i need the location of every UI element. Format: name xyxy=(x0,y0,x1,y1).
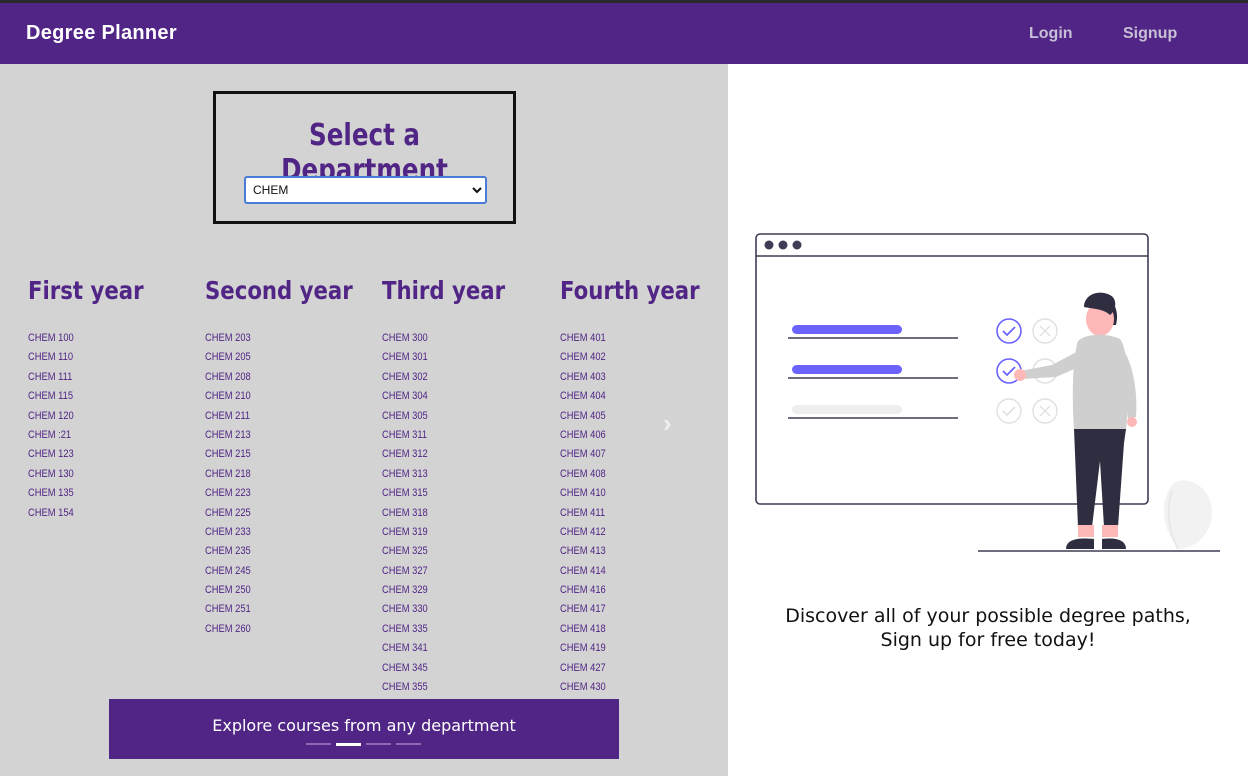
course-link[interactable]: CHEM 419 xyxy=(560,639,700,658)
course-link[interactable]: CHEM 401 xyxy=(560,329,700,348)
course-link[interactable]: CHEM 406 xyxy=(560,426,700,445)
course-link[interactable]: CHEM 111 xyxy=(28,368,144,387)
course-link[interactable]: CHEM 402 xyxy=(560,348,700,367)
course-link[interactable]: CHEM 335 xyxy=(382,620,505,639)
year-heading: First year xyxy=(28,276,144,305)
course-list: CHEM 401 CHEM 402 CHEM 403 CHEM 404 CHEM 405… xyxy=(560,329,724,717)
course-link[interactable]: CHEM 411 xyxy=(560,504,700,523)
carousel-indicator[interactable] xyxy=(306,743,331,745)
course-link[interactable]: CHEM 355 xyxy=(382,678,505,697)
course-link[interactable]: CHEM 208 xyxy=(205,368,353,387)
course-link[interactable]: CHEM 329 xyxy=(382,581,505,600)
course-link[interactable]: CHEM 135 xyxy=(28,484,144,503)
department-selector-box: Select a Department CHEM xyxy=(213,91,516,224)
course-link[interactable]: CHEM 345 xyxy=(382,659,505,678)
course-link[interactable]: CHEM 211 xyxy=(205,407,353,426)
course-link[interactable]: CHEM 341 xyxy=(382,639,505,658)
course-list: CHEM 203 CHEM 205 CHEM 208 CHEM 210 CHEM 211… xyxy=(205,329,379,639)
year-column-second: Second year CHEM 203 CHEM 205 CHEM 208 CHEM… xyxy=(205,276,379,639)
navbar: Degree Planner Login Signup xyxy=(0,3,1248,64)
checklist-illustration xyxy=(755,233,1220,552)
course-link[interactable]: CHEM 250 xyxy=(205,581,353,600)
year-column-third: Third year CHEM 300 CHEM 301 CHEM 302 CHEM … xyxy=(382,276,527,717)
course-link[interactable]: CHEM 408 xyxy=(560,465,700,484)
year-column-first: First year CHEM 100 CHEM 110 CHEM 111 CHEM … xyxy=(28,276,164,523)
promo-tagline: Discover all of your possible degree pat… xyxy=(728,604,1248,652)
course-link[interactable]: CHEM 312 xyxy=(382,445,505,464)
course-link[interactable]: CHEM 120 xyxy=(28,407,144,426)
course-link[interactable]: CHEM 210 xyxy=(205,387,353,406)
course-link[interactable]: CHEM 235 xyxy=(205,542,353,561)
course-link[interactable]: CHEM 218 xyxy=(205,465,353,484)
course-carousel: Select a Department CHEM First year CHEM… xyxy=(0,64,728,776)
course-link[interactable]: CHEM 301 xyxy=(382,348,505,367)
carousel-indicator[interactable] xyxy=(366,743,391,745)
carousel-indicators xyxy=(306,743,421,746)
course-link[interactable]: CHEM 205 xyxy=(205,348,353,367)
course-link[interactable]: CHEM 203 xyxy=(205,329,353,348)
course-link[interactable]: CHEM 327 xyxy=(382,562,505,581)
course-link[interactable]: CHEM 245 xyxy=(205,562,353,581)
login-link[interactable]: Login xyxy=(1029,25,1073,43)
carousel-caption: Explore courses from any department xyxy=(212,716,516,735)
course-link[interactable]: CHEM 233 xyxy=(205,523,353,542)
course-link[interactable]: CHEM 318 xyxy=(382,504,505,523)
course-link[interactable]: CHEM 407 xyxy=(560,445,700,464)
course-link[interactable]: CHEM 302 xyxy=(382,368,505,387)
course-link[interactable]: CHEM 414 xyxy=(560,562,700,581)
carousel-indicator[interactable] xyxy=(336,743,361,746)
signup-link[interactable]: Signup xyxy=(1123,25,1177,43)
course-link[interactable]: CHEM 319 xyxy=(382,523,505,542)
course-link[interactable]: CHEM 412 xyxy=(560,523,700,542)
promo-panel: Discover all of your possible degree pat… xyxy=(728,64,1248,776)
course-link[interactable]: CHEM 430 xyxy=(560,678,700,697)
course-link[interactable]: CHEM 405 xyxy=(560,407,700,426)
course-link[interactable]: CHEM 213 xyxy=(205,426,353,445)
course-link[interactable]: CHEM 110 xyxy=(28,348,144,367)
course-link[interactable]: CHEM 311 xyxy=(382,426,505,445)
course-list: CHEM 100 CHEM 110 CHEM 111 CHEM 115 CHEM 120… xyxy=(28,329,164,523)
chevron-right-icon[interactable]: › xyxy=(663,408,672,439)
course-link[interactable]: CHEM 325 xyxy=(382,542,505,561)
course-link[interactable]: CHEM 410 xyxy=(560,484,700,503)
course-link[interactable]: CHEM 123 xyxy=(28,445,144,464)
course-link[interactable]: CHEM :21 xyxy=(28,426,144,445)
course-list: CHEM 300 CHEM 301 CHEM 302 CHEM 304 CHEM 305… xyxy=(382,329,527,717)
course-link[interactable]: CHEM 154 xyxy=(28,504,144,523)
course-link[interactable]: CHEM 330 xyxy=(382,600,505,619)
brand-logo[interactable]: Degree Planner xyxy=(26,22,177,45)
promo-line-2: Sign up for free today! xyxy=(880,629,1096,651)
course-link[interactable]: CHEM 100 xyxy=(28,329,144,348)
course-link[interactable]: CHEM 416 xyxy=(560,581,700,600)
course-link[interactable]: CHEM 404 xyxy=(560,387,700,406)
course-link[interactable]: CHEM 304 xyxy=(382,387,505,406)
department-select[interactable]: CHEM xyxy=(244,176,487,204)
course-link[interactable]: CHEM 418 xyxy=(560,620,700,639)
year-heading: Second year xyxy=(205,276,353,305)
course-link[interactable]: CHEM 251 xyxy=(205,600,353,619)
course-link[interactable]: CHEM 225 xyxy=(205,504,353,523)
year-heading: Fourth year xyxy=(560,276,700,305)
year-column-fourth: Fourth year CHEM 401 CHEM 402 CHEM 403 CHEM… xyxy=(560,276,724,717)
course-link[interactable]: CHEM 403 xyxy=(560,368,700,387)
carousel-caption-banner: Explore courses from any department xyxy=(109,699,619,759)
course-link[interactable]: CHEM 260 xyxy=(205,620,353,639)
course-link[interactable]: CHEM 305 xyxy=(382,407,505,426)
carousel-indicator[interactable] xyxy=(396,743,421,745)
course-link[interactable]: CHEM 223 xyxy=(205,484,353,503)
course-link[interactable]: CHEM 413 xyxy=(560,542,700,561)
course-link[interactable]: CHEM 417 xyxy=(560,600,700,619)
course-link[interactable]: CHEM 315 xyxy=(382,484,505,503)
promo-line-1: Discover all of your possible degree pat… xyxy=(785,605,1191,627)
course-link[interactable]: CHEM 300 xyxy=(382,329,505,348)
course-link[interactable]: CHEM 215 xyxy=(205,445,353,464)
course-link[interactable]: CHEM 427 xyxy=(560,659,700,678)
course-link[interactable]: CHEM 313 xyxy=(382,465,505,484)
course-link[interactable]: CHEM 130 xyxy=(28,465,144,484)
year-heading: Third year xyxy=(382,276,506,305)
course-link[interactable]: CHEM 115 xyxy=(28,387,144,406)
